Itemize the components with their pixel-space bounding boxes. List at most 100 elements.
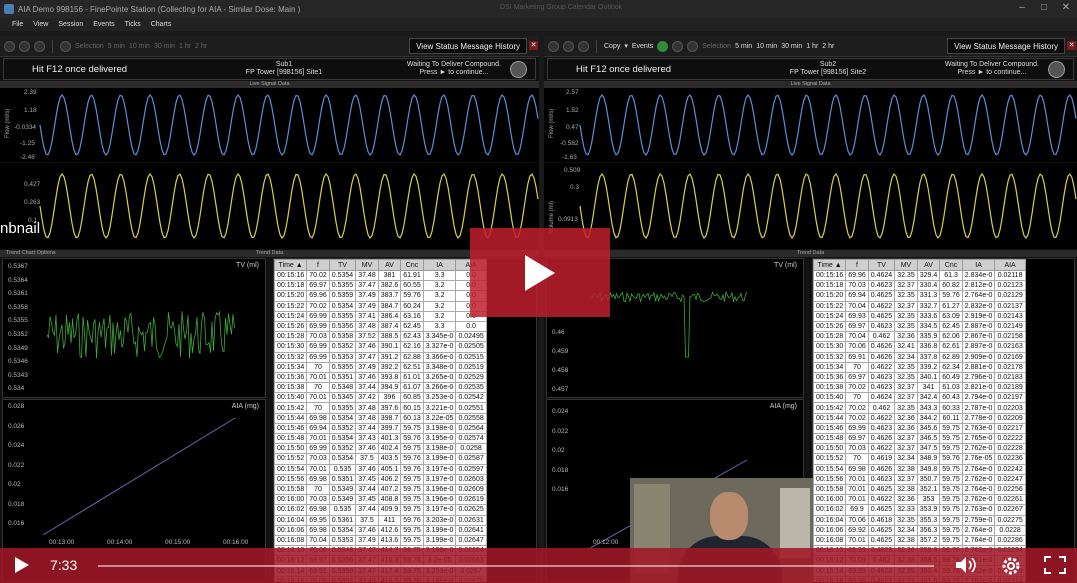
table-row[interactable]: 00:15:32 69.99 0.5353 37.47 391.2 62.88 3.366e… [274, 351, 487, 363]
column-header[interactable]: Time ▲ [813, 259, 847, 271]
menu-ticks[interactable]: Ticks [125, 21, 141, 28]
table-row[interactable]: 00:16:06 69.92 0.4625 32.34 356.3 59.75 2.764e… [813, 524, 1026, 536]
continue-dial-icon[interactable] [1048, 61, 1065, 78]
table-row[interactable]: 00:15:54 70.01 0.535 37.46 405.1 59.76 3.197e-… [274, 463, 487, 475]
table-row[interactable]: 00:16:04 69.95 0.5361 37.5 411 59.76 3.203e-0 0… [274, 514, 487, 526]
pane-close-icon[interactable]: ✕ [529, 41, 538, 50]
table-row[interactable]: 00:15:2270.020.535437.49384.760.243.20.0 [274, 300, 487, 312]
interval-2hr[interactable]: 2 hr [822, 43, 834, 50]
view-status-history-button[interactable]: View Status Message History [947, 38, 1065, 54]
interval-5min[interactable]: 5 min [108, 43, 125, 50]
control-play-icon[interactable] [14, 556, 30, 574]
table-row[interactable]: 00:15:48 69.97 0.4626 32.37 346.5 59.75 2.765e… [813, 432, 1026, 445]
interval-1hr[interactable]: 1 hr [179, 43, 191, 50]
table-row[interactable]: 00:15:32 69.91 0.4626 32.34 337.8 62.89 2.909e… [813, 351, 1026, 363]
table-row[interactable]: 00:16:08 70.04 0.5353 37.49 413.6 59.75 3.199e… [274, 534, 487, 547]
menu-charts[interactable]: Charts [151, 21, 172, 28]
interval-30min[interactable]: 30 min [154, 43, 175, 50]
column-header[interactable]: TV [867, 259, 896, 271]
table-row[interactable]: 00:15:1869.970.535537.47382.660.553.20.0 [274, 280, 487, 292]
video-play-button[interactable] [470, 228, 610, 317]
table-row[interactable]: 00:15:48 70.01 0.5354 37.43 401.3 59.76 3.195e… [274, 432, 487, 445]
table-row[interactable]: 00:15:16 69.96 0.4624 32.35 329.4 61.3 2.834e-… [813, 269, 1026, 282]
table-row[interactable]: 00:15:26 69.97 0.4623 32.35 334.5 62.45 2.887e… [813, 320, 1026, 333]
table-row[interactable]: 00:15:46 69.99 0.4623 32.36 345.6 59.75 2.763e… [813, 422, 1026, 435]
table-row[interactable]: 00:15:28 70.03 0.5358 37.52 388.5 62.43 3.345e… [274, 331, 487, 343]
table-row[interactable]: 00:16:04 70.06 0.4618 32.35 355.3 59.75 2.759e… [813, 514, 1026, 526]
table-row[interactable]: 00:15:38 70.02 0.4623 32.37 341 61.03 2.821e-0… [813, 382, 1026, 394]
minimize-icon[interactable]: – [1015, 2, 1029, 15]
table-row[interactable]: 00:15:40 70 0.4624 32.37 342.4 60.43 2.794e-0 0… [813, 392, 1026, 404]
table-row[interactable]: 00:15:30 70.06 0.4626 32.41 336.8 62.61 2.897e… [813, 341, 1026, 353]
column-header[interactable]: Cnc [400, 259, 424, 271]
column-header[interactable]: IA [422, 259, 457, 271]
table-row[interactable]: 00:16:06 69.98 0.5354 37.46 412.6 59.75 3.199e… [274, 524, 487, 536]
volume-icon[interactable] [954, 555, 978, 575]
lock-icon[interactable] [672, 40, 684, 52]
pane-close-icon[interactable]: ✕ [1067, 41, 1076, 50]
copy-dropdown[interactable]: Copy [604, 43, 620, 50]
table-row[interactable]: 00:15:2469.990.535537.41386.463.163.20.0 [274, 310, 487, 322]
table-row[interactable]: 00:15:2069.960.535937.49383.759.763.20.0 [274, 290, 487, 302]
table-row[interactable]: 00:15:18 70.03 0.4623 32.37 330.4 60.82 2.812e… [813, 280, 1026, 292]
back-icon[interactable] [548, 40, 559, 52]
table-row[interactable]: 00:15:34 70 0.4622 32.35 339.2 62.34 2.881e-0 0… [813, 361, 1026, 373]
continue-dial-icon[interactable] [510, 61, 527, 78]
forward-icon[interactable] [563, 40, 574, 52]
fullscreen-icon[interactable] [1043, 555, 1067, 575]
table-row[interactable]: 00:15:36 69.97 0.4623 32.35 340.1 60.49 2.796e… [813, 371, 1026, 384]
table-row[interactable]: 00:15:24 69.93 0.4625 32.35 333.6 63.09 2.919e… [813, 310, 1026, 322]
menu-file[interactable]: File [12, 21, 23, 28]
table-row[interactable]: 00:15:52 70 0.4619 32.34 348.9 59.76 2.76e-05 0… [813, 453, 1026, 465]
table-row[interactable]: 00:15:58 70 0.5349 37.44 407.2 59.75 3.196e-0 0… [274, 483, 487, 496]
table-row[interactable]: 00:15:56 70.01 0.4623 32.37 350.7 59.75 2.762e… [813, 473, 1026, 485]
table-row[interactable]: 00:15:42 70.02 0.462 32.35 343.3 60.33 2.787e-… [813, 402, 1026, 414]
back-icon[interactable] [4, 40, 15, 52]
table-row[interactable]: 00:15:20 69.94 0.4625 32.35 331.3 59.76 2.764e… [813, 290, 1026, 302]
interval-2hr[interactable]: 2 hr [195, 43, 207, 50]
events-green-icon[interactable] [657, 40, 669, 52]
table-row[interactable]: 00:15:40 70.01 0.5345 37.42 396 60.85 3.253e-0… [274, 392, 487, 404]
settings-gear-icon[interactable] [1000, 555, 1022, 577]
zoom-icon[interactable] [687, 40, 699, 52]
table-row[interactable]: 00:15:50 69.99 0.5352 37.46 402.4 59.75 3.198e… [274, 443, 487, 455]
interval-1hr[interactable]: 1 hr [806, 43, 818, 50]
table-row[interactable]: 00:15:56 69.98 0.5351 37.45 406.2 59.75 3.197e… [274, 473, 487, 485]
table-row[interactable]: 00:15:30 69.99 0.5352 37.46 390.1 62.16 3.327e… [274, 341, 487, 353]
pause-icon[interactable] [34, 40, 45, 52]
table-row[interactable]: 00:15:50 70.03 0.4622 32.37 347.5 59.75 2.762e… [813, 443, 1026, 455]
table-row[interactable]: 00:15:38 70 0.5348 37.44 394.9 61.07 3.266e-0 0… [274, 382, 487, 394]
table-row[interactable]: 00:15:22 70.04 0.4622 32.37 332.7 61.27 2.832e… [813, 300, 1026, 312]
table-row[interactable]: 00:15:44 70.02 0.4622 32.36 344.2 60.11 2.778e… [813, 412, 1026, 424]
column-header[interactable]: MV [355, 259, 379, 271]
column-header[interactable]: f [306, 259, 330, 271]
column-header[interactable]: IA [961, 259, 996, 271]
column-header[interactable]: MV [894, 259, 918, 271]
table-row[interactable]: 00:15:1670.020.535437.4838161.913.30.0 [274, 269, 487, 282]
table-row[interactable]: 00:15:44 69.98 0.5354 37.48 398.7 60.13 3.22e-… [274, 412, 487, 424]
menu-view[interactable]: View [33, 21, 48, 28]
pause-icon[interactable] [578, 40, 589, 52]
table-row[interactable]: 00:15:28 70.04 0.462 32.36 335.9 62.06 2.867e-… [813, 331, 1026, 343]
interval-30min[interactable]: 30 min [781, 43, 802, 50]
trend-options-dropdown[interactable]: Trend Chart Options [6, 250, 56, 256]
forward-icon[interactable] [19, 40, 30, 52]
table-row[interactable]: 00:15:42 70 0.5355 37.48 397.6 60.15 3.221e-0 0… [274, 402, 487, 414]
column-header[interactable]: Time ▲ [274, 259, 308, 271]
zoom-icon[interactable] [60, 40, 71, 52]
column-header[interactable]: f [845, 259, 869, 271]
interval-10min[interactable]: 10 min [129, 43, 150, 50]
column-header[interactable]: Cnc [939, 259, 963, 271]
column-header[interactable]: AV [377, 259, 402, 271]
menu-session[interactable]: Session [58, 21, 83, 28]
table-row[interactable]: 00:15:26 69.99 0.5356 37.48 387.4 62.45 3.3 0.0 [274, 320, 487, 333]
table-row[interactable]: 00:15:36 70.01 0.5351 37.46 393.8 61.01 3.265e… [274, 371, 487, 384]
interval-10min[interactable]: 10 min [756, 43, 777, 50]
table-row[interactable]: 00:15:34 70 0.5355 37.49 392.2 62.51 3.348e-0 0… [274, 361, 487, 373]
maximize-icon[interactable]: □ [1037, 2, 1051, 15]
menu-events[interactable]: Events [93, 21, 114, 28]
table-row[interactable]: 00:15:52 70.03 0.5354 37.5 403.5 59.76 3.199e-… [274, 453, 487, 465]
column-header[interactable]: AV [916, 259, 941, 271]
table-row[interactable]: 00:15:54 69.98 0.4626 32.38 349.8 59.75 2.764e… [813, 463, 1026, 475]
column-header[interactable]: TV [328, 259, 357, 271]
